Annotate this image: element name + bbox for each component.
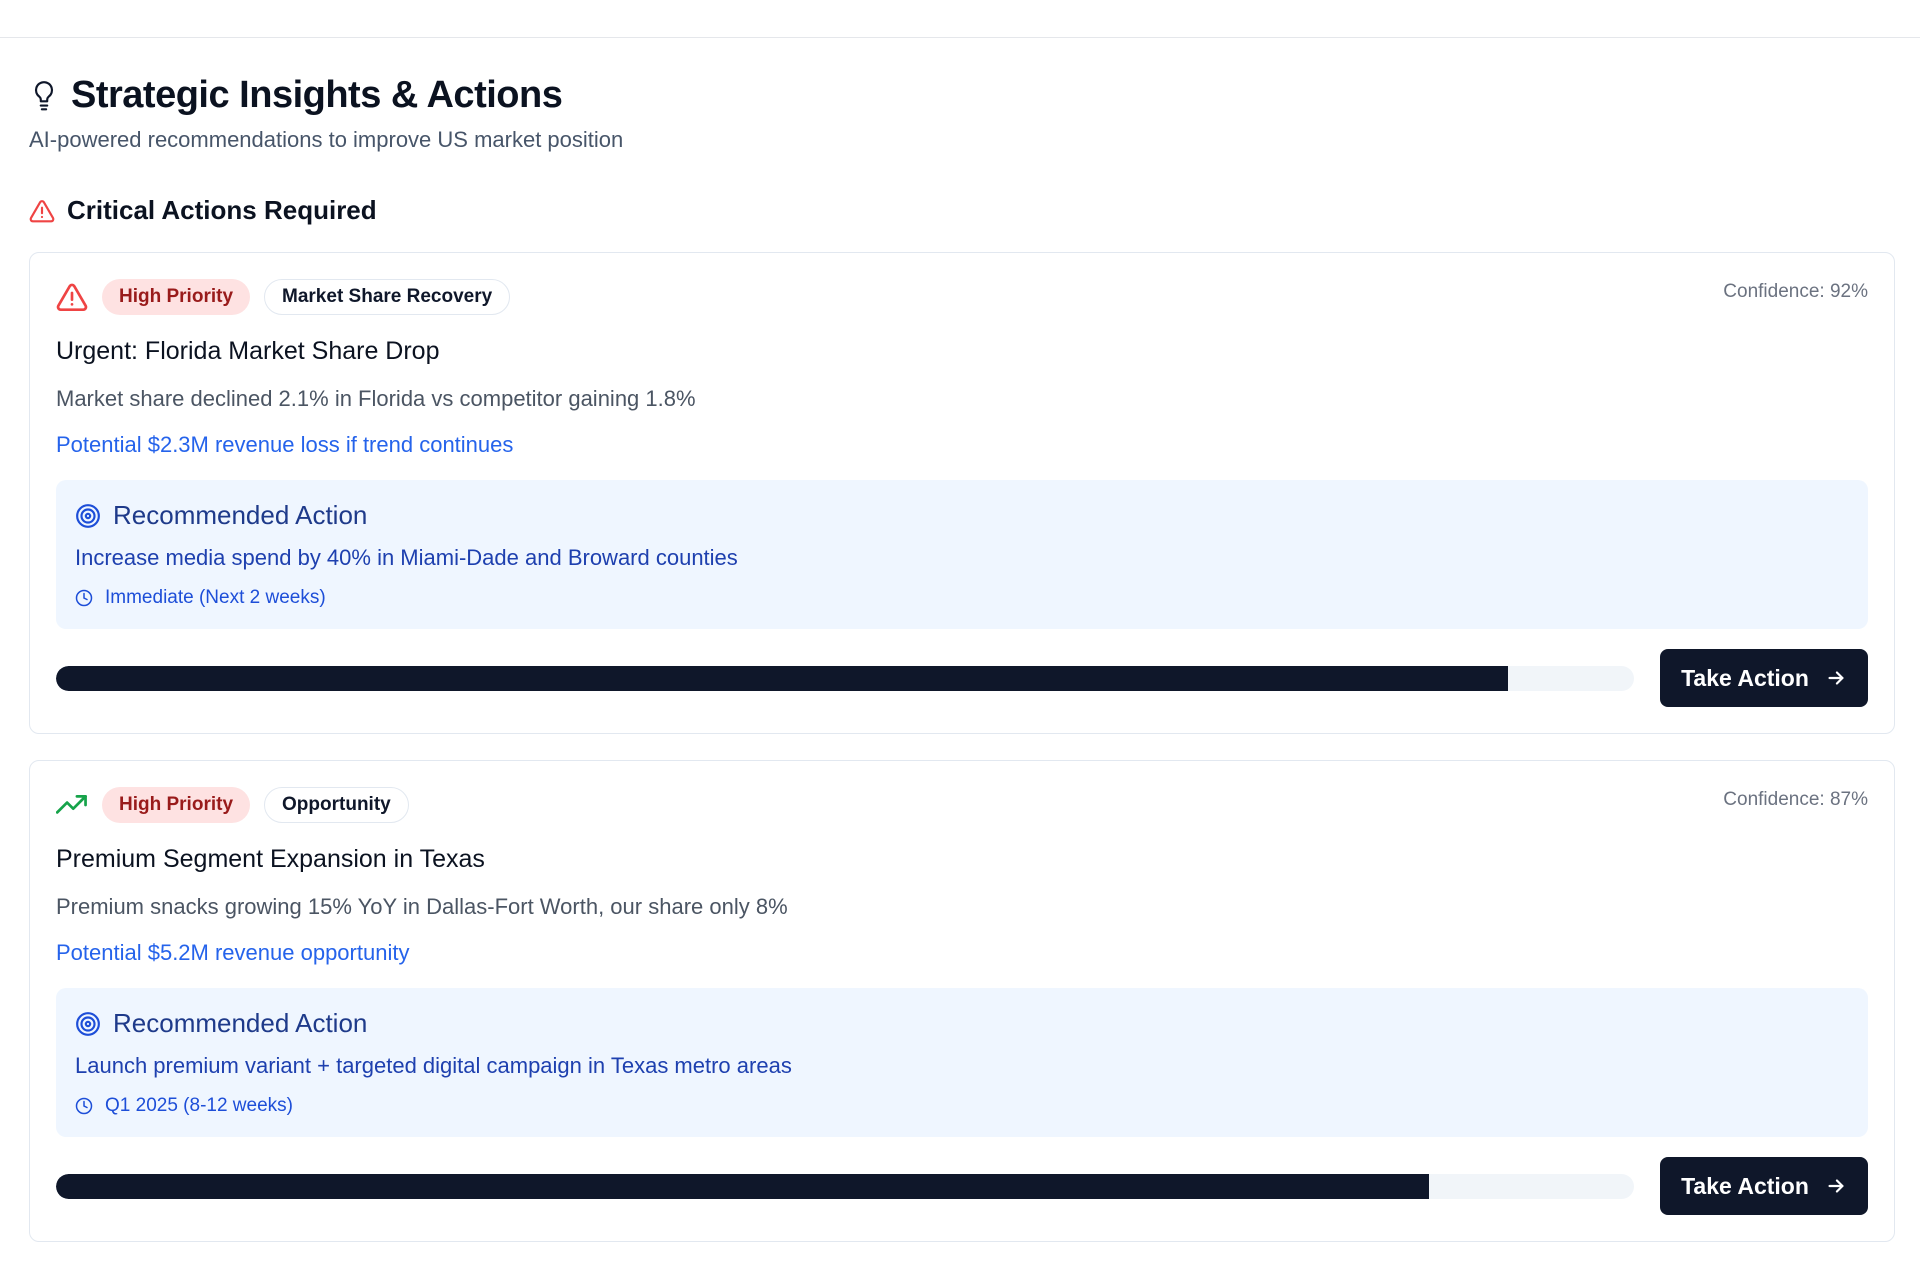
recommendation-title: Recommended Action xyxy=(113,500,368,530)
timeline-text: Q1 2025 (8-12 weeks) xyxy=(105,1095,293,1116)
insights-page: Strategic Insights & Actions AI-powered … xyxy=(29,38,1895,1242)
recommendation-header: Recommended Action xyxy=(75,500,1848,531)
page-subtitle: AI-powered recommendations to improve US… xyxy=(29,127,624,152)
target-icon xyxy=(75,503,101,529)
take-action-button[interactable]: Take Action xyxy=(1660,1157,1868,1215)
category-badge: Opportunity xyxy=(264,787,409,823)
confidence-progress-bar xyxy=(56,665,1634,691)
recommended-action-box: Recommended Action Increase media spend … xyxy=(56,480,1868,629)
card-header: High Priority Market Share Recovery xyxy=(56,279,1868,315)
recommendation-text: Launch premium variant + targeted digita… xyxy=(75,1053,792,1078)
insight-card: High Priority Market Share Recovery Conf… xyxy=(29,252,1895,734)
priority-badge: High Priority xyxy=(102,787,251,823)
recommendation-header: Recommended Action xyxy=(75,1008,1848,1039)
insight-card: High Priority Opportunity Confidence: 87… xyxy=(29,760,1895,1242)
arrow-right-icon xyxy=(1825,667,1847,689)
alert-triangle-icon xyxy=(56,282,88,312)
section-title: Critical Actions Required xyxy=(67,195,377,225)
progress-fill xyxy=(56,1173,1429,1199)
category-badge: Market Share Recovery xyxy=(264,279,511,315)
card-title: Premium Segment Expansion in Texas xyxy=(56,845,485,873)
section-header: Critical Actions Required xyxy=(29,195,1895,226)
confidence-label: Confidence: 92% xyxy=(1723,281,1868,302)
action-row: Take Action xyxy=(56,1157,1868,1215)
take-action-button[interactable]: Take Action xyxy=(1660,649,1868,707)
confidence-progress-bar xyxy=(56,1173,1634,1199)
clock-icon xyxy=(75,1097,93,1115)
progress-fill xyxy=(56,665,1508,691)
page-title: Strategic Insights & Actions xyxy=(71,74,563,116)
timeline: Immediate (Next 2 weeks) xyxy=(75,587,1848,609)
recommendation-title: Recommended Action xyxy=(113,1008,368,1038)
lightbulb-icon xyxy=(29,79,59,113)
action-row: Take Action xyxy=(56,649,1868,707)
top-bar xyxy=(0,0,1920,38)
card-header: High Priority Opportunity xyxy=(56,787,1868,823)
trending-up-icon xyxy=(56,793,88,817)
page-header: Strategic Insights & Actions xyxy=(29,74,1895,117)
target-icon xyxy=(75,1011,101,1037)
take-action-label: Take Action xyxy=(1681,664,1809,691)
priority-badge: High Priority xyxy=(102,279,251,315)
timeline-text: Immediate (Next 2 weeks) xyxy=(105,587,326,608)
impact-text: Potential $2.3M revenue loss if trend co… xyxy=(56,432,514,457)
take-action-label: Take Action xyxy=(1681,1172,1809,1199)
confidence-label: Confidence: 87% xyxy=(1723,789,1868,810)
impact-text: Potential $5.2M revenue opportunity xyxy=(56,940,410,965)
clock-icon xyxy=(75,589,93,607)
timeline: Q1 2025 (8-12 weeks) xyxy=(75,1095,1848,1117)
card-title: Urgent: Florida Market Share Drop xyxy=(56,337,440,365)
recommended-action-box: Recommended Action Launch premium varian… xyxy=(56,988,1868,1137)
alert-triangle-icon xyxy=(29,199,55,223)
card-description: Market share declined 2.1% in Florida vs… xyxy=(56,386,696,411)
recommendation-text: Increase media spend by 40% in Miami-Dad… xyxy=(75,545,738,570)
card-description: Premium snacks growing 15% YoY in Dallas… xyxy=(56,894,788,919)
arrow-right-icon xyxy=(1825,1175,1847,1197)
